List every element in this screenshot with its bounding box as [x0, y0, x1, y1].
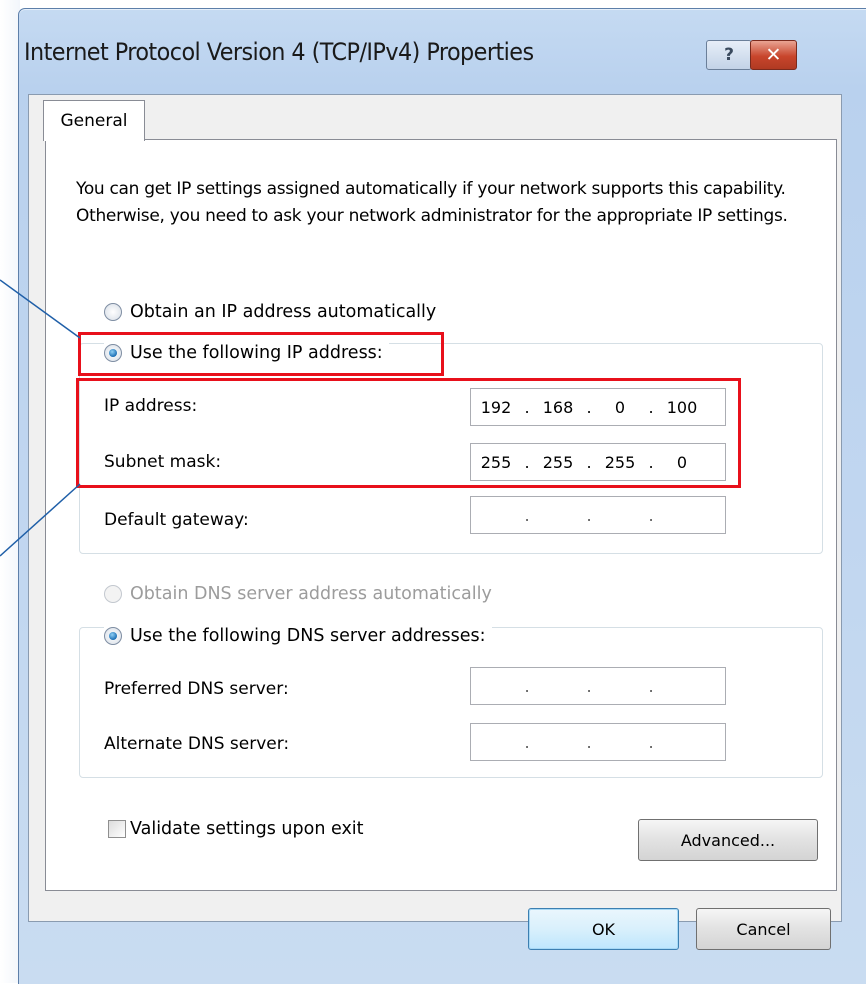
callout-line-lower: [0, 483, 81, 557]
callout-line-upper: [0, 279, 81, 339]
annotation-lines: [0, 279, 81, 557]
